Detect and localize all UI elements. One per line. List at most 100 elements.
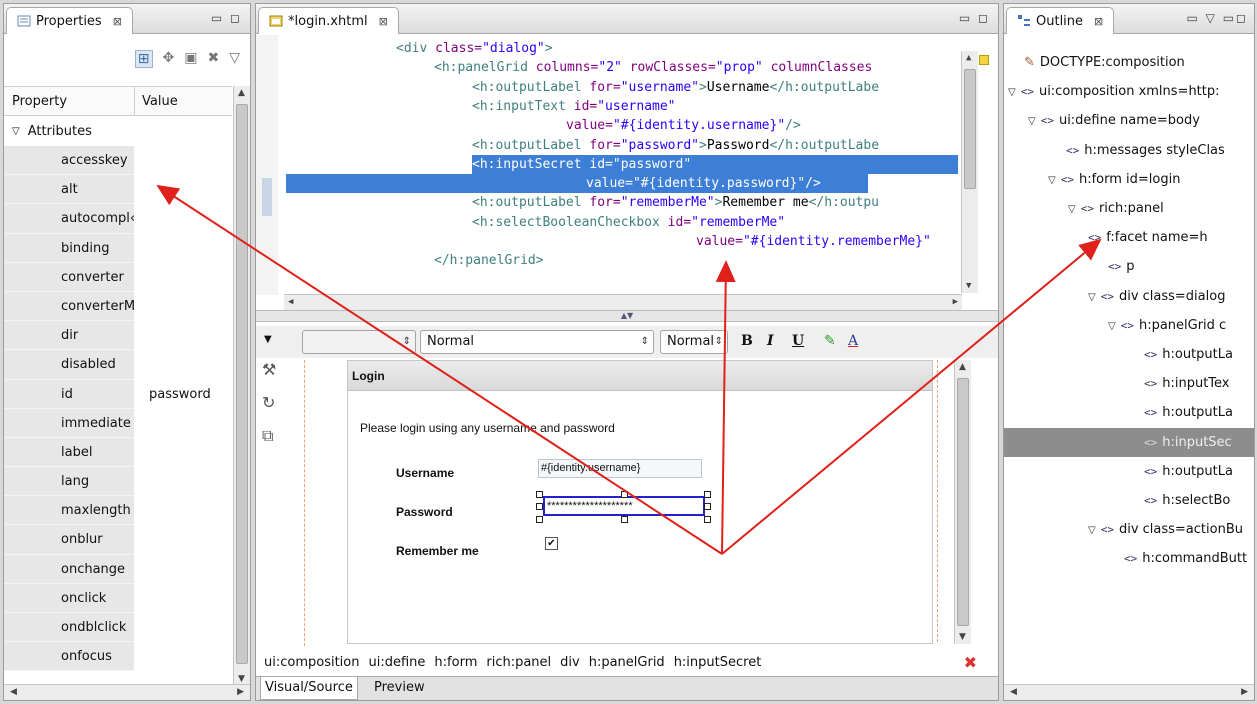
tab-preview[interactable]: Preview bbox=[370, 677, 429, 700]
tools-icon[interactable]: ⚒ bbox=[262, 360, 276, 379]
collapse-triangle-icon[interactable]: ▽ bbox=[12, 126, 20, 137]
code-line[interactable]: <div class="dialog"> bbox=[396, 39, 553, 58]
tag-combo[interactable]: ⇕ bbox=[302, 330, 416, 354]
expand-triangle-icon[interactable]: ▽ bbox=[1048, 175, 1056, 186]
outline-node[interactable]: <> p bbox=[1108, 252, 1135, 281]
source-editor[interactable]: <div class="dialog"> <h:panelGrid columns… bbox=[256, 35, 998, 311]
properties-horizontal-scrollbar[interactable]: ◀ ▶ bbox=[4, 684, 250, 700]
close-icon[interactable]: ⊠ bbox=[1094, 15, 1103, 28]
properties-vertical-scrollbar[interactable]: ▲ ▼ bbox=[233, 86, 250, 686]
close-breadcrumb-icon[interactable]: ✖ bbox=[964, 648, 977, 678]
paragraph-style-select[interactable]: Normal ⇕ bbox=[420, 330, 654, 354]
preview-page-icon[interactable]: ⧉ bbox=[262, 426, 276, 446]
tab-outline[interactable]: Outline ⊠ bbox=[1006, 7, 1115, 34]
property-row[interactable]: autocompl‹ bbox=[4, 204, 232, 234]
code-line[interactable]: value="#{identity.password}"/> bbox=[286, 174, 868, 194]
font-color-button[interactable]: A bbox=[848, 333, 858, 349]
outline-node[interactable]: <> h:inputTex bbox=[1144, 369, 1230, 398]
code-line[interactable]: value="#{identity.rememberMe}" bbox=[696, 232, 931, 251]
italic-button[interactable]: I bbox=[767, 333, 774, 349]
breadcrumb-item[interactable]: h:panelGrid bbox=[589, 655, 665, 670]
close-icon[interactable]: ⊠ bbox=[379, 15, 388, 28]
toolbar-menu-icon[interactable]: ▼ bbox=[264, 334, 272, 345]
code-line[interactable]: <h:outputLabel for="rememberMe">Remember… bbox=[472, 193, 879, 212]
expand-triangle-icon[interactable]: ▽ bbox=[1008, 87, 1016, 98]
attributes-group[interactable]: ▽ Attributes bbox=[12, 117, 92, 146]
source-vertical-scrollbar[interactable]: ▲ ▼ bbox=[961, 51, 978, 293]
view-menu-icon[interactable]: ▽ bbox=[229, 50, 240, 68]
tab-login-xhtml[interactable]: *login.xhtml ⊠ bbox=[258, 7, 399, 34]
property-row[interactable]: maxlength bbox=[4, 496, 232, 526]
outline-node[interactable]: <> f:facet name=h bbox=[1088, 223, 1208, 252]
overview-ruler-marker[interactable] bbox=[979, 55, 989, 65]
breadcrumb-item[interactable]: ui:composition bbox=[264, 655, 360, 670]
minimize-maximize-icons[interactable]: ▭ ◻ bbox=[211, 11, 242, 25]
expand-triangle-icon[interactable]: ▽ bbox=[1088, 525, 1096, 536]
delete-icon[interactable]: ✖ bbox=[207, 50, 219, 68]
property-value[interactable]: password bbox=[149, 380, 211, 409]
breadcrumb-item[interactable]: h:form bbox=[434, 655, 477, 670]
expand-triangle-icon[interactable]: ▽ bbox=[1068, 204, 1076, 215]
outline-node[interactable]: ▽ <> rich:panel bbox=[1068, 194, 1164, 223]
property-row[interactable]: alt bbox=[4, 175, 232, 205]
password-input[interactable]: ******************** bbox=[543, 496, 705, 516]
property-row[interactable]: onchange bbox=[4, 554, 232, 584]
property-row[interactable]: onblur bbox=[4, 525, 232, 555]
outline-node[interactable]: <> h:outputLa bbox=[1144, 398, 1233, 427]
outline-view-controls[interactable]: ▭ ▽ ▭◻ bbox=[1187, 11, 1249, 25]
close-icon[interactable]: ⊠ bbox=[113, 15, 122, 28]
outline-node[interactable]: <> h:selectBo bbox=[1144, 486, 1230, 515]
code-line[interactable]: <h:inputSecret id="password" bbox=[472, 154, 958, 174]
property-column-header[interactable]: Property bbox=[12, 94, 67, 109]
breadcrumb-item[interactable]: ui:define bbox=[369, 655, 426, 670]
code-line[interactable]: <h:selectBooleanCheckbox id="rememberMe" bbox=[472, 213, 785, 232]
expand-triangle-icon[interactable]: ▽ bbox=[1028, 116, 1036, 127]
outline-node[interactable]: ▽ <> div class=actionBu bbox=[1088, 515, 1243, 544]
property-row[interactable]: immediate bbox=[4, 408, 232, 438]
bold-button[interactable]: B bbox=[741, 333, 753, 349]
expand-triangle-icon[interactable]: ▽ bbox=[1088, 292, 1096, 303]
property-row[interactable]: id password bbox=[4, 379, 232, 409]
code-line[interactable]: <h:outputLabel for="password">Password</… bbox=[472, 136, 879, 155]
outline-horizontal-scrollbar[interactable]: ◀ ▶ bbox=[1004, 684, 1254, 700]
code-line[interactable]: <h:outputLabel for="username">Username</… bbox=[472, 78, 879, 97]
outline-node[interactable]: ▽ <> ui:composition xmlns=http: bbox=[1008, 77, 1220, 106]
property-row[interactable]: onclick bbox=[4, 583, 232, 613]
expand-triangle-icon[interactable]: ▽ bbox=[1108, 321, 1116, 332]
property-row[interactable]: binding bbox=[4, 233, 232, 263]
property-row[interactable]: lang bbox=[4, 467, 232, 497]
property-row[interactable]: converterM bbox=[4, 291, 232, 322]
underline-button[interactable]: U bbox=[792, 333, 804, 349]
source-horizontal-scrollbar[interactable]: ◀ ▶ bbox=[284, 294, 962, 311]
code-line[interactable]: </h:panelGrid> bbox=[434, 251, 544, 270]
minimize-maximize-icons[interactable]: ▭ ◻ bbox=[959, 11, 990, 25]
tab-visual-source[interactable]: Visual/Source bbox=[260, 677, 358, 700]
background-color-icon[interactable]: ✎ bbox=[824, 333, 836, 349]
code-line[interactable]: <h:inputText id="username" bbox=[472, 97, 676, 116]
outline-node[interactable]: ▽ <> h:form id=login bbox=[1048, 165, 1180, 194]
restore-default-icon[interactable]: ▣ bbox=[184, 50, 197, 68]
code-line[interactable]: value="#{identity.username}"/> bbox=[566, 116, 801, 135]
refresh-icon[interactable]: ↻ bbox=[262, 393, 276, 412]
outline-node[interactable]: ▽ <> div class=dialog bbox=[1088, 282, 1225, 311]
property-row[interactable]: accesskey bbox=[4, 146, 232, 176]
tab-properties[interactable]: Properties ⊠ bbox=[6, 7, 133, 34]
visual-vertical-scrollbar[interactable]: ▲ ▼ bbox=[954, 360, 971, 644]
font-size-select[interactable]: Normal ⇕ bbox=[660, 330, 728, 354]
breadcrumb-item[interactable]: h:inputSecret bbox=[674, 655, 762, 670]
property-row[interactable]: converter bbox=[4, 262, 232, 292]
value-column-header[interactable]: Value bbox=[142, 94, 178, 109]
outline-node[interactable]: <> h:outputLa bbox=[1144, 340, 1233, 369]
categories-toggle-icon[interactable]: ⊞ bbox=[134, 50, 153, 68]
outline-node[interactable]: <> h:messages styleClas bbox=[1066, 136, 1225, 165]
visual-canvas[interactable]: Login Please login using any username an… bbox=[304, 360, 987, 646]
advanced-properties-icon[interactable]: ✥ bbox=[163, 50, 175, 68]
property-row[interactable]: dir bbox=[4, 321, 232, 351]
outline-node[interactable]: <> h:inputSec bbox=[1004, 427, 1254, 457]
remember-me-checkbox[interactable]: ✔ bbox=[545, 537, 558, 550]
property-row[interactable]: onfocus bbox=[4, 642, 232, 672]
outline-node[interactable]: <> h:outputLa bbox=[1144, 457, 1233, 486]
breadcrumb-item[interactable]: rich:panel bbox=[486, 655, 551, 670]
property-row[interactable]: ondblclick bbox=[4, 613, 232, 643]
outline-node[interactable]: <> h:commandButt bbox=[1124, 544, 1247, 573]
